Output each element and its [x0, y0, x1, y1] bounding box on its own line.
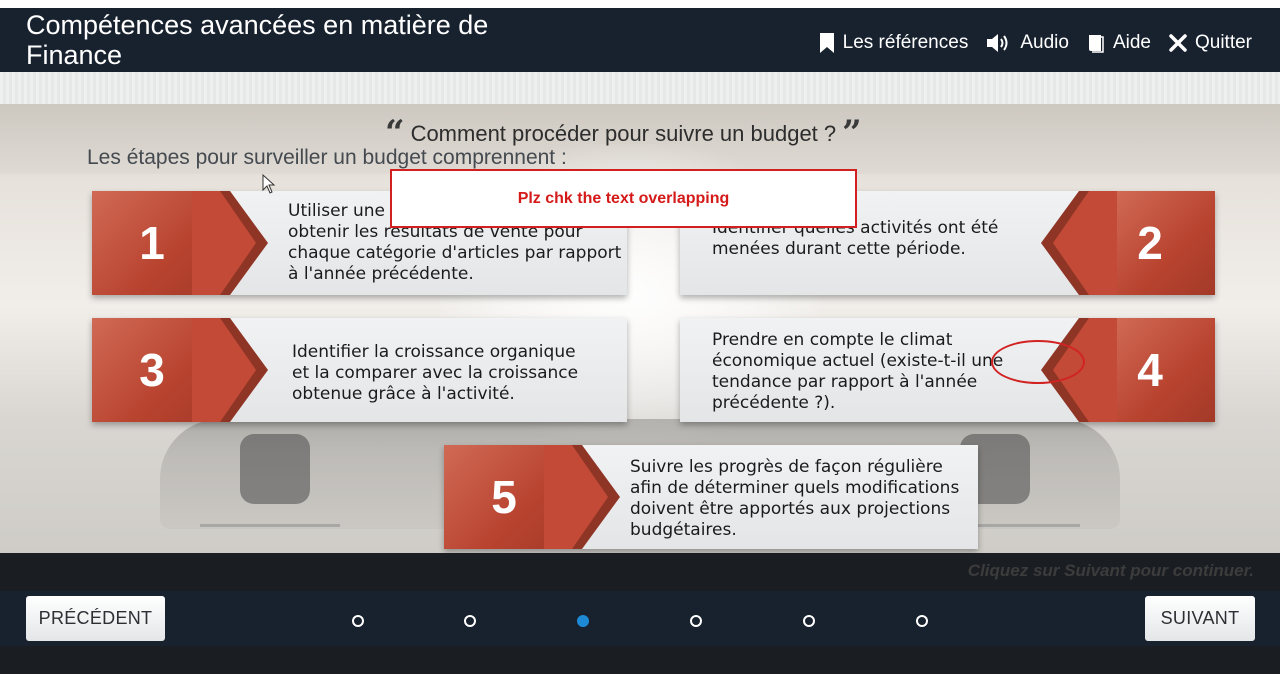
top-strip — [0, 0, 1280, 8]
quit-link[interactable]: Quitter — [1169, 32, 1252, 54]
step-card-3: 3 Identifier la croissance organique et … — [92, 318, 627, 422]
chevron-left-icon — [1041, 191, 1117, 295]
next-button[interactable]: SUIVANT — [1145, 596, 1255, 641]
step-card-4: 4 Prendre en compte le climat économique… — [680, 318, 1215, 422]
previous-button[interactable]: PRÉCÉDENT — [26, 596, 165, 641]
review-highlight-ellipse — [991, 340, 1085, 384]
quit-label: Quitter — [1194, 32, 1252, 53]
chevron-right-icon — [544, 445, 620, 549]
book-icon — [1088, 35, 1104, 53]
references-label: Les références — [842, 32, 969, 53]
audio-label: Audio — [1020, 32, 1069, 53]
page-dot-6[interactable] — [916, 615, 928, 627]
page-dot-1[interactable] — [352, 615, 364, 627]
course-title: Compétences avancées en matière de Finan… — [26, 10, 489, 70]
background-chair-base — [200, 524, 340, 527]
close-quote-icon: ” — [842, 113, 862, 153]
review-comment-box: Plz chk the text overlapping — [390, 169, 857, 228]
step-number: 5 — [491, 471, 517, 523]
page-dot-4[interactable] — [690, 615, 702, 627]
step-number: 1 — [139, 217, 165, 269]
step-text: Suivre les progrès de façon régulière af… — [630, 457, 960, 540]
help-label: Aide — [1112, 32, 1151, 53]
page-dot-5[interactable] — [803, 615, 815, 627]
speaker-icon — [987, 34, 1008, 52]
bookmark-icon — [819, 33, 834, 53]
bottom-strip — [0, 646, 1280, 674]
page-dot-3[interactable] — [577, 615, 589, 627]
decorative-band — [0, 72, 1280, 104]
open-quote-icon: “ — [385, 113, 405, 153]
chevron-right-icon — [192, 191, 268, 295]
step-text: Identifier la croissance organique et la… — [292, 342, 579, 404]
background-chair — [240, 434, 310, 504]
chevron-right-icon — [192, 318, 268, 422]
continue-hint: Cliquez sur Suivant pour continuer. — [967, 561, 1254, 580]
step-card-5: 5 Suivre les progrès de façon régulière … — [444, 445, 978, 549]
step-number: 4 — [1137, 344, 1163, 396]
page-dot-2[interactable] — [464, 615, 476, 627]
app-header: Compétences avancées en matière de Finan… — [0, 8, 1280, 72]
help-link[interactable]: Aide — [1087, 32, 1151, 54]
audio-link[interactable]: Audio — [986, 32, 1069, 54]
mouse-cursor-icon — [262, 174, 276, 194]
steps-intro: Les étapes pour surveiller un budget com… — [87, 146, 567, 169]
references-link[interactable]: Les références — [819, 32, 969, 54]
close-icon — [1169, 34, 1187, 52]
navigation-bar — [0, 591, 1280, 646]
step-number: 2 — [1137, 217, 1163, 269]
step-number: 3 — [139, 344, 165, 396]
header-nav: Les références Audio Aide Quitter — [819, 32, 1252, 54]
